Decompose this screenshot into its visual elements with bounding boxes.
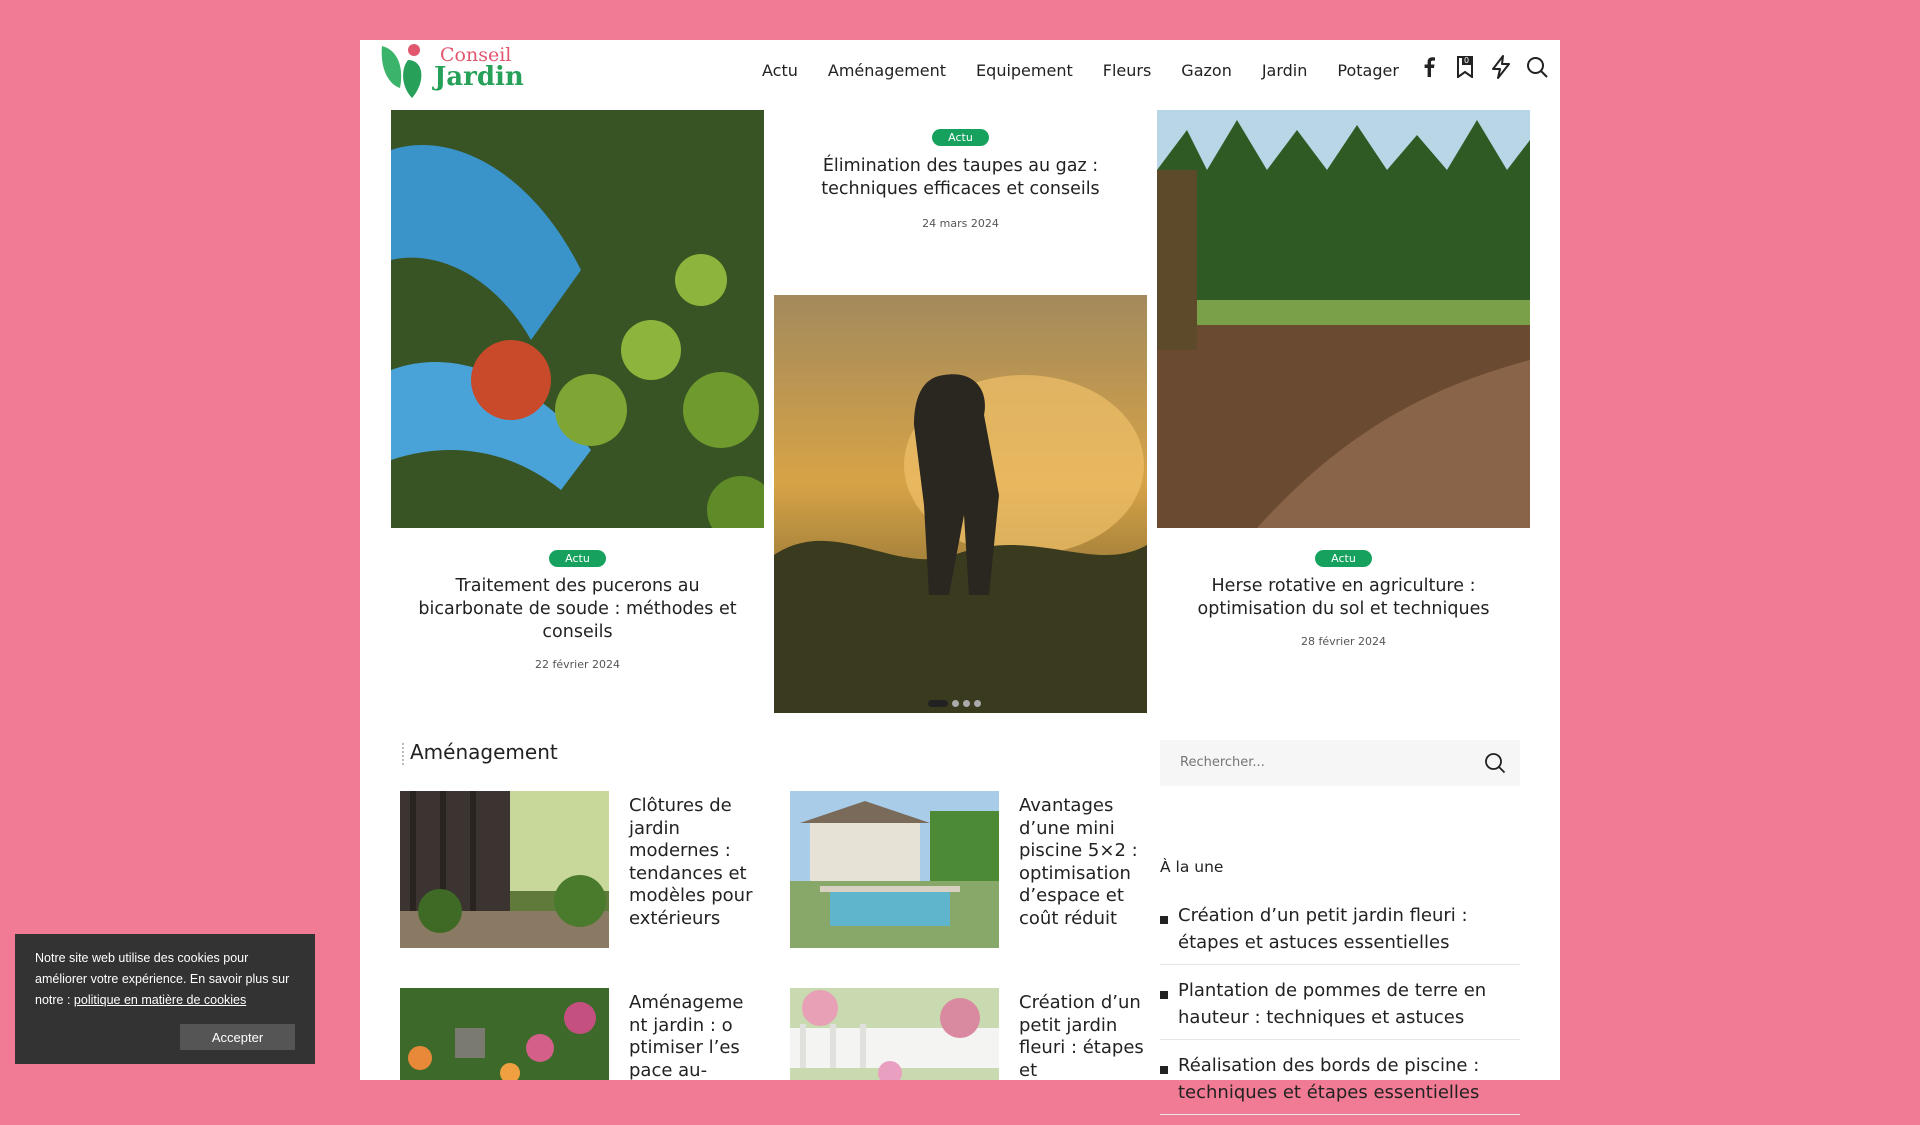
page: Conseil Jardin Actu Aménagement Equipeme… bbox=[360, 40, 1560, 1115]
slider-card-1[interactable]: Actu Traitement des pucerons au bicarbon… bbox=[391, 110, 764, 710]
card-2-category-badge[interactable]: Actu bbox=[932, 129, 989, 146]
a-la-une-item[interactable]: Réalisation des bords de piscine : techn… bbox=[1160, 1050, 1520, 1115]
post-3-title[interactable]: Aménagement jardin : optimiser l’espace … bbox=[629, 992, 744, 1082]
slider-card-2[interactable]: Actu Élimination des taupes au gaz : tec… bbox=[774, 110, 1147, 713]
nav-item-jardin[interactable]: Jardin bbox=[1262, 61, 1308, 80]
card-3-date: 28 février 2024 bbox=[1300, 635, 1386, 648]
card-3-image[interactable] bbox=[1157, 110, 1530, 528]
post-4-title[interactable]: Création d’un petit jardin fleuri : étap… bbox=[1019, 992, 1149, 1082]
slider-pagination bbox=[928, 700, 981, 707]
post-item-1[interactable]: Clôtures de jardin modernes : tendances … bbox=[400, 791, 760, 951]
search-submit-icon[interactable] bbox=[1484, 752, 1506, 774]
nav-item-actu[interactable]: Actu bbox=[762, 61, 798, 80]
bullet-square-icon bbox=[1160, 1066, 1168, 1074]
slider-dot-1[interactable] bbox=[928, 700, 948, 707]
nav-item-gazon[interactable]: Gazon bbox=[1181, 61, 1232, 80]
post-item-2[interactable]: Avantages d’une mini piscine 5×2 : optim… bbox=[790, 791, 1150, 951]
card-1-image[interactable] bbox=[391, 110, 764, 528]
card-2-image[interactable] bbox=[774, 295, 1147, 713]
post-1-title[interactable]: Clôtures de jardin modernes : tendances … bbox=[629, 795, 764, 930]
post-item-3[interactable]: Aménagement jardin : optimiser l’espace … bbox=[400, 988, 760, 1082]
card-1-date: 22 février 2024 bbox=[534, 658, 620, 671]
lightning-icon[interactable] bbox=[1490, 54, 1512, 80]
post-2-image[interactable] bbox=[790, 791, 999, 948]
section-title-marker bbox=[402, 743, 407, 765]
bullet-square-icon bbox=[1160, 916, 1168, 924]
card-1-category-badge[interactable]: Actu bbox=[549, 550, 606, 567]
a-la-une-item[interactable]: Création d’un petit jardin fleuri : étap… bbox=[1160, 900, 1520, 965]
logo-text-jardin: Jardin bbox=[434, 62, 524, 92]
a-la-une-item-title[interactable]: Plantation de pommes de terre en hauteur… bbox=[1178, 980, 1486, 1028]
sidebar-search bbox=[1160, 740, 1520, 786]
main-nav: Actu Aménagement Equipement Fleurs Gazon… bbox=[762, 40, 1429, 100]
nav-item-equipement[interactable]: Equipement bbox=[976, 61, 1073, 80]
a-la-une-item-title[interactable]: Réalisation des bords de piscine : techn… bbox=[1178, 1055, 1479, 1103]
cookie-banner: Notre site web utilise des cookies pour … bbox=[15, 934, 315, 1064]
post-4-image[interactable] bbox=[790, 988, 999, 1080]
accept-cookies-button[interactable]: Accepter bbox=[180, 1024, 295, 1050]
post-3-image[interactable] bbox=[400, 988, 609, 1080]
nav-item-potager[interactable]: Potager bbox=[1337, 61, 1399, 80]
bookmark-count: 0 bbox=[1462, 56, 1472, 65]
logo-leaf-icon bbox=[381, 44, 422, 98]
card-1-title[interactable]: Traitement des pucerons au bicarbonate d… bbox=[409, 575, 746, 644]
a-la-une-item[interactable]: Plantation de pommes de terre en hauteur… bbox=[1160, 975, 1520, 1040]
a-la-une-list: Création d’un petit jardin fleuri : étap… bbox=[1160, 900, 1520, 1125]
card-3-title[interactable]: Herse rotative en agriculture : optimisa… bbox=[1175, 575, 1512, 621]
widget-title-a-la-une: À la une bbox=[1160, 858, 1224, 876]
search-icon[interactable] bbox=[1526, 54, 1548, 80]
slider-dot-2[interactable] bbox=[952, 700, 959, 707]
card-3-category-badge[interactable]: Actu bbox=[1315, 550, 1372, 567]
post-1-image[interactable] bbox=[400, 791, 609, 948]
site-logo[interactable]: Conseil Jardin bbox=[378, 40, 524, 100]
header-icons: 0 bbox=[1418, 54, 1548, 80]
post-item-4[interactable]: Création d’un petit jardin fleuri : étap… bbox=[790, 988, 1150, 1082]
bookmark-icon[interactable]: 0 bbox=[1454, 54, 1476, 80]
card-2-date: 24 mars 2024 bbox=[922, 217, 999, 230]
search-input[interactable] bbox=[1180, 740, 1460, 786]
slider-card-3[interactable]: Actu Herse rotative en agriculture : opt… bbox=[1157, 110, 1530, 710]
section-title[interactable]: Aménagement bbox=[410, 740, 558, 764]
card-2-title[interactable]: Élimination des taupes au gaz : techniqu… bbox=[792, 155, 1129, 201]
slider-dot-4[interactable] bbox=[974, 700, 981, 707]
a-la-une-item-title[interactable]: Création d’un petit jardin fleuri : étap… bbox=[1178, 905, 1468, 953]
slider-dot-3[interactable] bbox=[963, 700, 970, 707]
cookie-text-block: Notre site web utilise des cookies pour … bbox=[35, 948, 295, 1011]
nav-item-fleurs[interactable]: Fleurs bbox=[1103, 61, 1152, 80]
bullet-square-icon bbox=[1160, 991, 1168, 999]
post-2-title[interactable]: Avantages d’une mini piscine 5×2 : optim… bbox=[1019, 795, 1139, 930]
site-header: Conseil Jardin Actu Aménagement Equipeme… bbox=[360, 40, 1560, 100]
nav-item-amenagement[interactable]: Aménagement bbox=[828, 61, 946, 80]
cookie-policy-link[interactable]: politique en matière de cookies bbox=[74, 993, 246, 1007]
facebook-icon[interactable] bbox=[1418, 54, 1440, 80]
